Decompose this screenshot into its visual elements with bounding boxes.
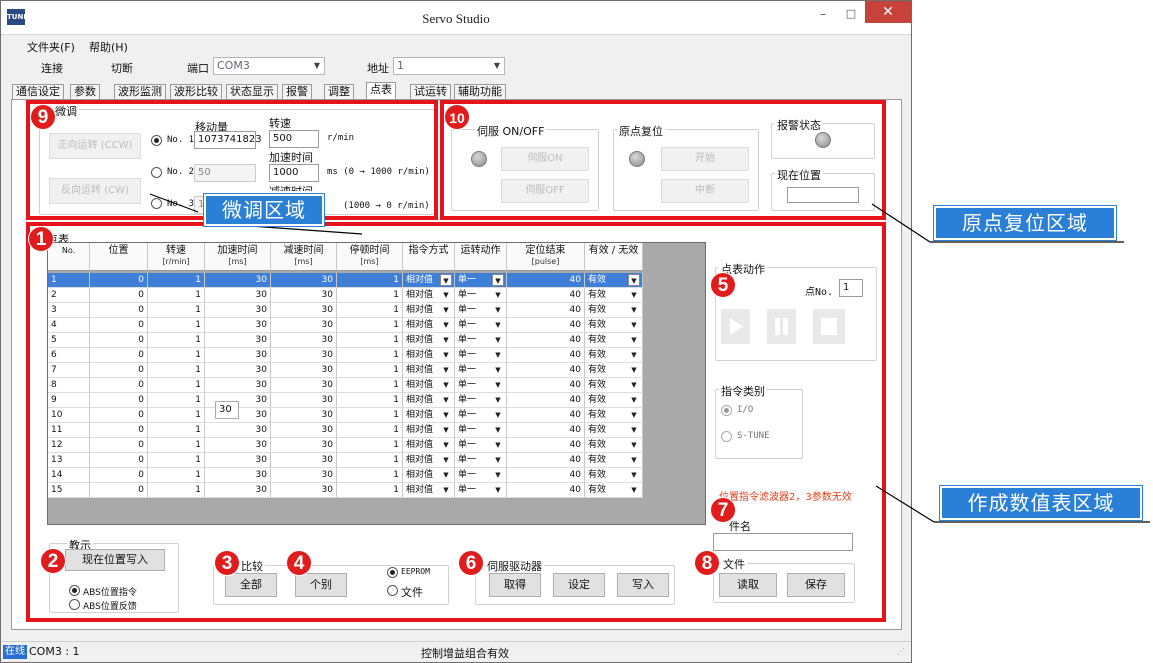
home-area-callout: 原点复位区域 xyxy=(933,205,1117,241)
marker-1: 1 xyxy=(28,226,54,252)
marker-7: 7 xyxy=(710,497,736,523)
table-area-callout: 作成数值表区域 xyxy=(939,485,1143,521)
callout-leaders xyxy=(149,193,1150,523)
marker-8: 8 xyxy=(694,550,720,576)
jog-leader xyxy=(149,193,199,213)
marker-4: 4 xyxy=(286,550,312,576)
marker-3: 3 xyxy=(214,550,240,576)
jog-leader-2 xyxy=(249,225,363,235)
marker-2: 2 xyxy=(40,548,66,574)
home-leader xyxy=(871,203,931,243)
marker-5: 5 xyxy=(710,272,736,298)
jog-area-callout: 微调区域 xyxy=(203,193,325,227)
table-leader xyxy=(875,485,935,523)
marker-10: 10 xyxy=(444,104,470,130)
marker-6: 6 xyxy=(458,550,484,576)
marker-9: 9 xyxy=(30,104,56,130)
